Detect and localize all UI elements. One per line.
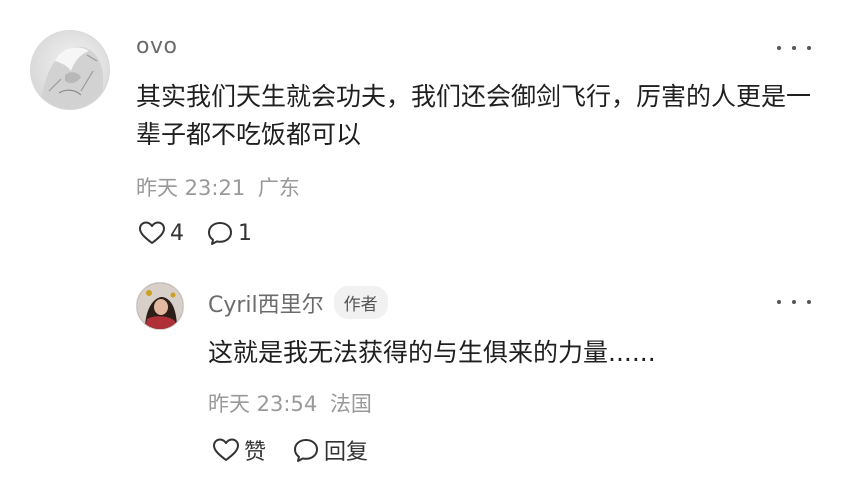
comment-bubble-icon [294,439,319,462]
reply-time: 昨天 23:54 [208,392,318,416]
comment-actions: 4 1 [138,220,252,246]
reply-location: 法国 [329,392,372,416]
comment-meta: 昨天 23:21 广东 [136,172,300,202]
author-badge: 作者 [333,286,388,319]
reply-label: 回复 [324,440,369,465]
comment-time: 昨天 23:21 [136,176,246,200]
reply-reply-button[interactable]: 回复 [292,434,368,466]
heart-icon [213,438,239,461]
heart-icon [139,221,165,244]
reply-avatar[interactable] [136,282,184,330]
comment-text: 其实我们天生就会功夫，我们还会御剑飞行，厉害的人更是一辈子都不吃饭都可以 [136,82,812,149]
more-options-icon[interactable] [777,292,811,312]
more-options-icon[interactable] [777,38,811,58]
reply-header: Cyril西里尔 作者 [208,286,388,319]
commenter-username[interactable]: ovo [136,34,177,59]
avatar-image-icon [137,283,183,329]
comment-bubble-icon [208,222,232,245]
like-button[interactable]: 4 [138,220,184,246]
reply-username[interactable]: Cyril西里尔 [208,287,324,319]
like-count: 4 [170,220,184,246]
reply-text: 这就是我无法获得的与生俱来的力量...... [208,338,656,367]
reply-meta: 昨天 23:54 法国 [208,388,372,418]
comment-location: 广东 [257,176,300,200]
reply-like-button[interactable]: 赞 [212,434,266,466]
reply-button[interactable]: 1 [206,220,252,246]
commenter-avatar[interactable] [30,30,110,110]
reply-actions: 赞 回复 [212,434,368,466]
avatar-image-icon [41,46,103,109]
like-label: 赞 [244,440,267,465]
reply-count: 1 [238,220,252,246]
